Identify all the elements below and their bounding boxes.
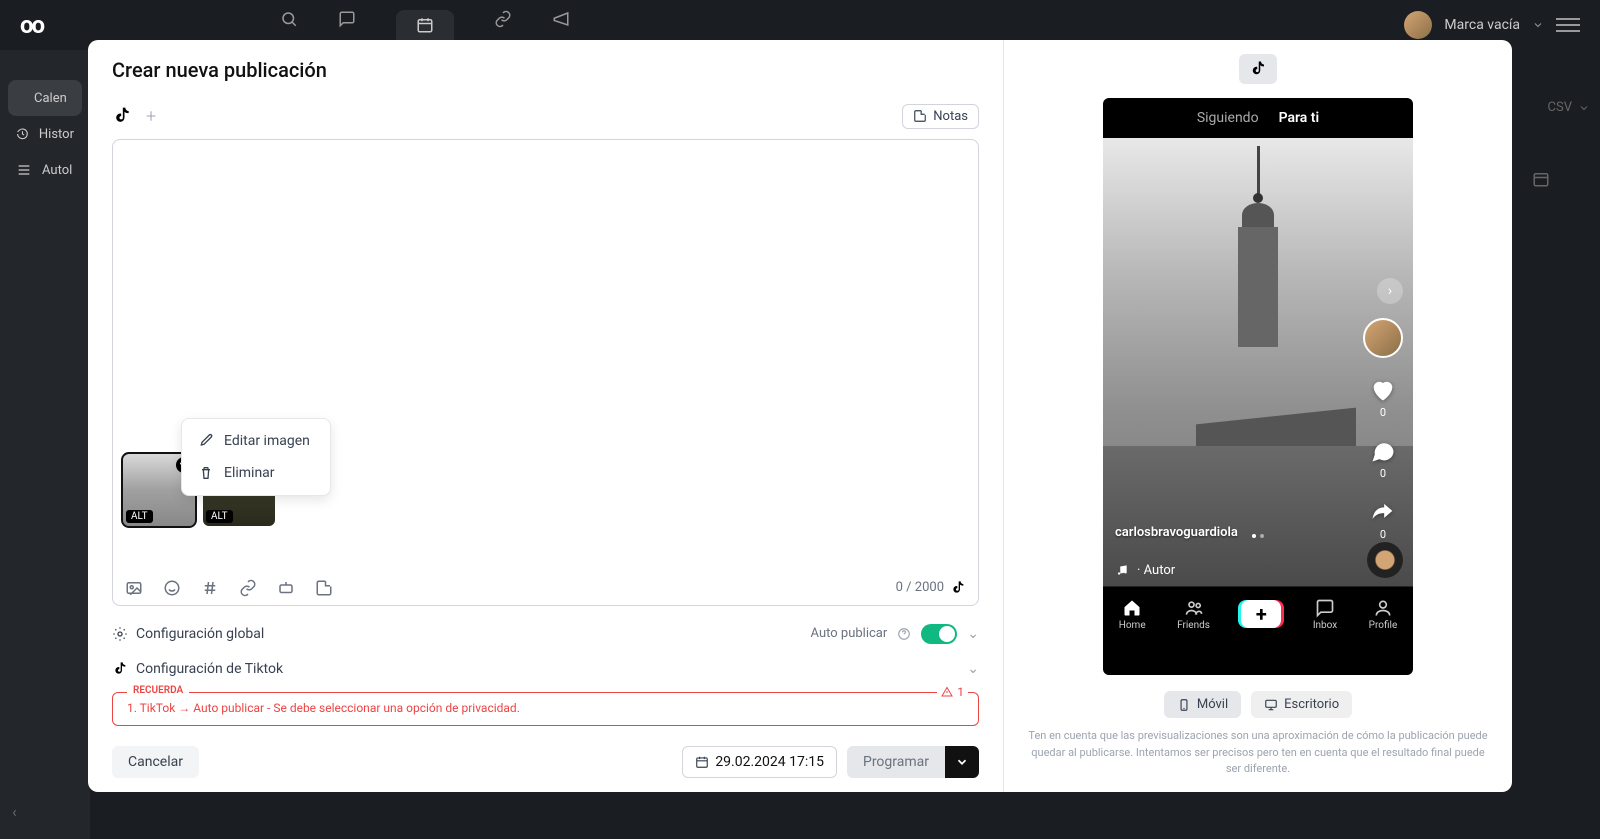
edit-image-menuitem[interactable]: Editar imagen <box>182 425 330 457</box>
tiktok-config-row[interactable]: Configuración de Tiktok ⌄ <box>112 653 979 686</box>
share-icon: 0 <box>1369 498 1397 541</box>
music-icon <box>1115 563 1129 577</box>
preview-username: carlosbravoguardiola <box>1115 525 1238 540</box>
notes-label: Notas <box>933 109 968 124</box>
chevron-down-icon <box>955 755 969 769</box>
gear-icon <box>112 626 128 642</box>
comment-icon: 0 <box>1369 437 1397 480</box>
warning-text: 1. TikTok → Auto publicar - Se debe sele… <box>127 701 964 715</box>
note-icon <box>913 109 927 123</box>
alert-icon <box>941 686 953 698</box>
preview-foryou-tab: Para ti <box>1279 110 1320 126</box>
calendar-icon <box>695 755 709 769</box>
preview-nav-inbox: Inbox <box>1313 598 1337 631</box>
autopublish-toggle[interactable] <box>921 624 957 644</box>
preview-nav-add: + <box>1241 600 1281 628</box>
preview-nav-profile: Profile <box>1369 598 1398 631</box>
warning-banner: RECUERDA 1 1. TikTok → Auto publicar - S… <box>112 692 979 726</box>
ai-icon[interactable] <box>277 579 295 597</box>
link-icon[interactable] <box>239 579 257 597</box>
schedule-button[interactable]: Programar <box>847 746 945 778</box>
alt-badge[interactable]: ALT <box>206 510 233 523</box>
mobile-icon <box>1177 698 1191 712</box>
notes-button[interactable]: Notas <box>902 104 979 129</box>
desktop-view-button[interactable]: Escritorio <box>1251 691 1352 718</box>
emoji-icon[interactable] <box>163 579 181 597</box>
preview-disclaimer: Ten en cuenta que las previsualizaciones… <box>1028 728 1488 778</box>
mobile-view-button[interactable]: Móvil <box>1164 691 1241 718</box>
preview-following-tab: Siguiendo <box>1197 110 1259 126</box>
edit-icon <box>198 433 214 449</box>
phone-preview: Siguiendo Para ti › <box>1103 98 1413 676</box>
desktop-icon <box>1264 698 1278 712</box>
hashtag-icon[interactable] <box>201 579 219 597</box>
preview-music: · Autor <box>1115 563 1175 578</box>
help-icon[interactable] <box>897 627 911 641</box>
preview-nav-home: Home <box>1119 598 1146 631</box>
preview-nav-friends: Friends <box>1177 598 1210 631</box>
chevron-down-icon[interactable]: ⌄ <box>967 626 979 642</box>
char-counter: 0 / 2000 <box>896 580 944 595</box>
post-textarea[interactable]: Editar imagen Eliminar ••• ALT <box>113 140 978 570</box>
tiktok-icon <box>112 661 128 677</box>
tiktok-icon[interactable] <box>112 106 132 126</box>
like-icon: 0 <box>1369 376 1397 419</box>
tiktok-icon <box>950 580 966 596</box>
image-context-menu: Editar imagen Eliminar <box>181 418 331 496</box>
chevron-down-icon[interactable]: ⌄ <box>967 661 979 677</box>
preview-network-tab[interactable] <box>1239 54 1277 84</box>
modal-title: Crear nueva publicación <box>112 58 979 82</box>
tiktok-icon <box>1249 60 1267 78</box>
preview-disc <box>1367 542 1403 578</box>
create-post-modal: Crear nueva publicación + Notas <box>88 40 1512 792</box>
global-config-row[interactable]: Configuración global Auto publicar ⌄ <box>112 616 979 653</box>
schedule-date-button[interactable]: 29.02.2024 17:15 <box>682 746 837 778</box>
media-icon[interactable] <box>125 579 143 597</box>
template-icon[interactable] <box>315 579 333 597</box>
next-slide-icon: › <box>1377 278 1403 304</box>
delete-image-menuitem[interactable]: Eliminar <box>182 457 330 489</box>
preview-image <box>1238 146 1278 346</box>
preview-avatar <box>1363 318 1403 358</box>
warning-count: 1 <box>937 685 968 699</box>
cancel-button[interactable]: Cancelar <box>112 746 199 778</box>
schedule-dropdown-button[interactable] <box>945 746 979 778</box>
autopub-label: Auto publicar <box>811 626 888 641</box>
trash-icon <box>198 465 214 481</box>
add-network-button[interactable]: + <box>146 106 156 127</box>
alt-badge[interactable]: ALT <box>126 510 153 523</box>
warning-label: RECUERDA <box>127 685 189 696</box>
